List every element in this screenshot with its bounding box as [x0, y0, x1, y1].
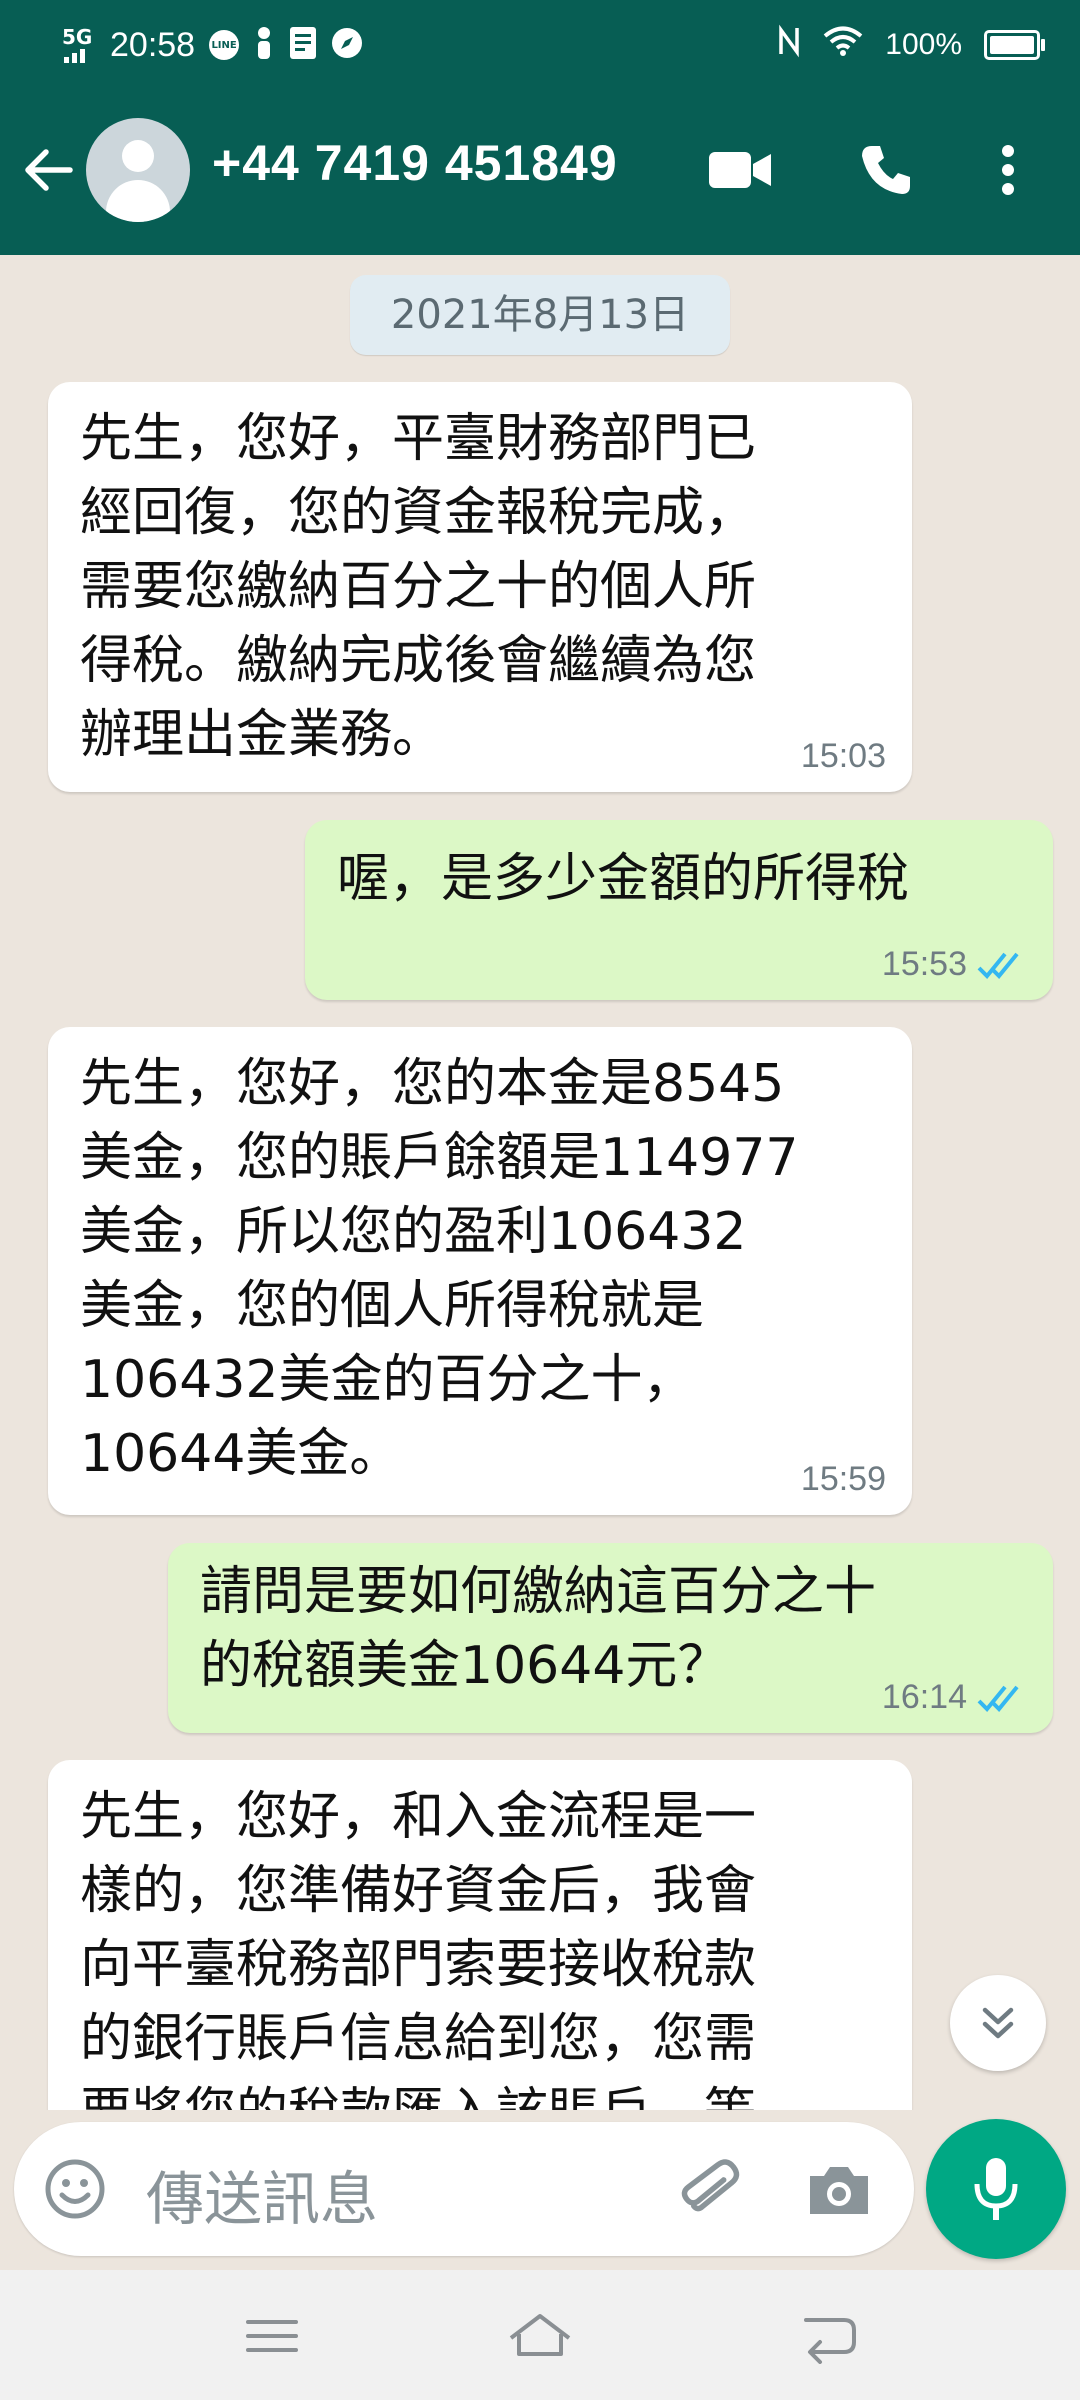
system-nav-bar — [0, 2270, 1080, 2400]
wifi-icon — [823, 25, 863, 65]
document-icon — [289, 26, 317, 64]
message-time: 15:59 — [800, 1460, 886, 1498]
message-list[interactable]: 2021年8月13日 先生，您好，平臺財務部門已 經回復，您的資金報稅完成， 需… — [0, 255, 1080, 2110]
nfc-icon — [777, 24, 801, 66]
app-header: 5G 20:58 LINE 100% +44 7419 451849 — [0, 0, 1080, 255]
battery-percent: 100% — [885, 28, 962, 61]
recent-apps-icon[interactable] — [242, 2308, 302, 2364]
chat-app-bar: +44 7419 451849 — [0, 110, 1080, 230]
message-text: 先生，您好，平臺財務部門已 經回復，您的資金報稅完成， 需要您繳納百分之十的個人… — [80, 409, 757, 765]
message-time: 15:53 — [881, 945, 967, 983]
back-arrow-icon[interactable] — [20, 142, 76, 198]
outgoing-message[interactable]: 請問是要如何繳納這百分之十 的稅額美金10644元？ 16:14 — [168, 1543, 1053, 1733]
message-text: 先生，您好，和入金流程是一 樣的，您準備好資金后，我會 向平臺稅務部門索要接收稅… — [80, 1787, 757, 2110]
message-text: 喔，是多少金額的所得稅 — [337, 849, 910, 909]
battery-icon — [984, 30, 1045, 60]
incoming-message[interactable]: 先生，您好，和入金流程是一 樣的，您準備好資金后，我會 向平臺稅務部門索要接收稅… — [48, 1760, 912, 2110]
status-time: 20:58 — [110, 25, 196, 64]
contact-avatar[interactable] — [86, 118, 190, 222]
attach-icon[interactable] — [674, 2156, 744, 2226]
status-bar: 5G 20:58 LINE 100% — [0, 0, 1080, 90]
message-time: 16:14 — [881, 1678, 967, 1716]
line-app-icon: LINE — [209, 30, 240, 60]
microphone-icon — [974, 2158, 1018, 2220]
emoji-icon[interactable] — [44, 2158, 106, 2220]
compass-icon — [331, 27, 363, 63]
outgoing-message[interactable]: 喔，是多少金額的所得稅 15:53 — [305, 820, 1053, 1000]
signal-icon: 5G — [62, 23, 96, 67]
notification-person-icon — [253, 26, 275, 64]
camera-icon[interactable] — [804, 2156, 874, 2226]
scroll-to-bottom-button[interactable] — [950, 1975, 1046, 2071]
incoming-message[interactable]: 先生，您好，您的本金是8545 美金，您的賬戶餘額是114977 美金，所以您的… — [48, 1027, 912, 1515]
incoming-message[interactable]: 先生，您好，平臺財務部門已 經回復，您的資金報稅完成， 需要您繳納百分之十的個人… — [48, 382, 912, 792]
read-ticks-icon — [977, 1685, 1019, 1712]
video-call-icon[interactable] — [708, 138, 772, 202]
network-type: 5G — [62, 25, 93, 49]
contact-name[interactable]: +44 7419 451849 — [212, 134, 618, 192]
voice-call-icon[interactable] — [854, 138, 918, 202]
read-ticks-icon — [977, 952, 1019, 979]
message-time: 15:03 — [800, 737, 886, 775]
double-chevron-down-icon — [982, 2007, 1014, 2039]
message-composer[interactable]: 傳送訊息 — [14, 2122, 914, 2256]
message-input[interactable]: 傳送訊息 — [146, 2152, 378, 2236]
message-text: 先生，您好，您的本金是8545 美金，您的賬戶餘額是114977 美金，所以您的… — [80, 1054, 799, 1484]
voice-message-button[interactable] — [926, 2119, 1066, 2259]
date-separator: 2021年8月13日 — [350, 275, 730, 355]
more-options-icon[interactable] — [988, 138, 1028, 202]
back-nav-icon[interactable] — [800, 2308, 860, 2364]
home-icon[interactable] — [505, 2308, 575, 2364]
